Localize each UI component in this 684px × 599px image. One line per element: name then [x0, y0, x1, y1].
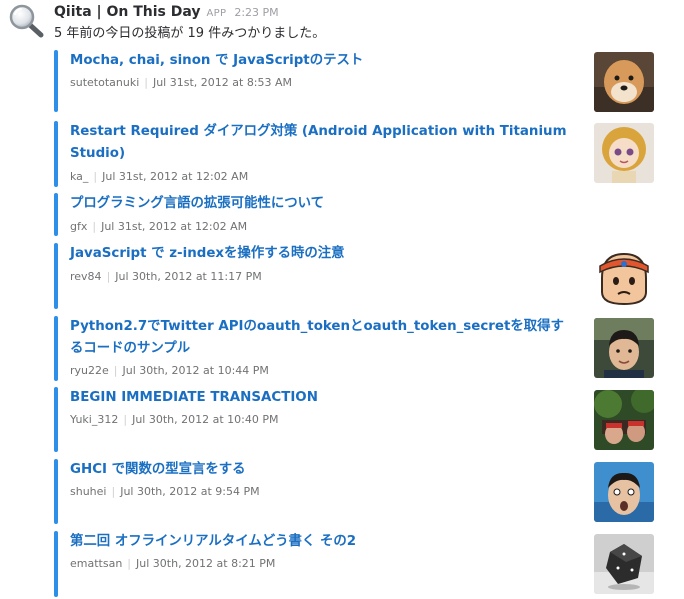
attachment-title-link[interactable]: 第二回 オフラインリアルタイムどう書く その2: [70, 531, 570, 553]
attachment-title-link[interactable]: JavaScript で z-indexを操作する時の注意: [70, 243, 570, 265]
attachment-author: Yuki_312: [70, 413, 119, 426]
message-text: 5 年前の今日の投稿が 19 件みつかりました。: [54, 26, 326, 41]
meta-separator: |: [92, 220, 97, 233]
attachment: BEGIN IMMEDIATE TRANSACTION Yuki_312 | Jul…: [54, 387, 664, 452]
meta-separator: |: [93, 170, 98, 183]
attachment-author: rev84: [70, 270, 102, 283]
attachment-bar: [54, 459, 58, 524]
attachment-date: Jul 31st, 2012 at 12:02 AM: [102, 170, 249, 183]
meta-separator: |: [106, 270, 111, 283]
attachment-meta: emattsan | Jul 30th, 2012 at 8:21 PM: [70, 557, 275, 570]
attachment-author: ka_: [70, 170, 89, 183]
attachment-author: gfx: [70, 220, 88, 233]
attachment-author: emattsan: [70, 557, 123, 570]
attachment-author: ryu22e: [70, 364, 109, 377]
attachment-bar: [54, 531, 58, 597]
attachment-bar: [54, 243, 58, 309]
meta-separator: |: [123, 413, 128, 426]
attachment-meta: gfx | Jul 31st, 2012 at 12:02 AM: [70, 220, 247, 233]
attachment-thumbnail[interactable]: [594, 123, 654, 183]
attachment-author: shuhei: [70, 485, 107, 498]
attachment-meta: shuhei | Jul 30th, 2012 at 9:54 PM: [70, 485, 260, 498]
attachment-meta: ka_ | Jul 31st, 2012 at 12:02 AM: [70, 170, 248, 183]
attachment: JavaScript で z-indexを操作する時の注意 rev84 | Jul …: [54, 243, 664, 309]
attachment-date: Jul 31st, 2012 at 8:53 AM: [152, 76, 293, 89]
attachment-meta: ryu22e | Jul 30th, 2012 at 10:44 PM: [70, 364, 269, 377]
sender-name[interactable]: Qiita | On This Day: [54, 4, 201, 20]
attachment: 第二回 オフラインリアルタイムどう書く その2 emattsan | Jul 30t…: [54, 531, 664, 597]
attachment-author: sutetotanuki: [70, 76, 140, 89]
attachment-thumbnail[interactable]: [594, 318, 654, 378]
attachment-meta: sutetotanuki | Jul 31st, 2012 at 8:53 AM: [70, 76, 292, 89]
attachment-thumbnail[interactable]: [594, 462, 654, 522]
attachment-thumbnail[interactable]: [594, 52, 654, 112]
attachment-date: Jul 30th, 2012 at 11:17 PM: [115, 270, 262, 283]
attachment-date: Jul 30th, 2012 at 8:21 PM: [136, 557, 276, 570]
attachment-title-link[interactable]: Python2.7でTwitter APIのoauth_tokenとoauth_…: [70, 316, 570, 360]
meta-separator: |: [127, 557, 132, 570]
message-time[interactable]: 2:23 PM: [234, 6, 278, 19]
attachment-title-link[interactable]: GHCI で関数の型宣言をする: [70, 459, 570, 481]
meta-separator: |: [144, 76, 148, 89]
meta-separator: |: [113, 364, 118, 377]
attachment-title-link[interactable]: Restart Required ダイアログ対策 (Android Applic…: [70, 121, 570, 165]
attachment-thumbnail[interactable]: [594, 390, 654, 450]
message-header: Qiita | On This Day APP 2:23 PM: [54, 4, 279, 22]
attachment-bar: [54, 50, 58, 112]
attachment-bar: [54, 316, 58, 381]
attachment-thumbnail[interactable]: [594, 248, 654, 308]
attachment: GHCI で関数の型宣言をする shuhei | Jul 30th, 2012 at…: [54, 459, 664, 524]
attachment: プログラミング言語の拡張可能性について gfx | Jul 31st, 2012 a…: [54, 193, 664, 236]
attachment-title-link[interactable]: プログラミング言語の拡張可能性について: [70, 193, 570, 215]
message: Qiita | On This Day APP 2:23 PM 5 年前の今日の…: [0, 0, 684, 599]
attachment-date: Jul 30th, 2012 at 10:40 PM: [132, 413, 279, 426]
meta-separator: |: [111, 485, 116, 498]
attachment-meta: Yuki_312 | Jul 30th, 2012 at 10:40 PM: [70, 413, 278, 426]
attachment-bar: [54, 193, 58, 236]
attachment-bar: [54, 387, 58, 452]
attachment-date: Jul 31st, 2012 at 12:02 AM: [101, 220, 248, 233]
attachment-date: Jul 30th, 2012 at 9:54 PM: [120, 485, 260, 498]
attachment-bar: [54, 121, 58, 187]
attachment-thumbnail[interactable]: [594, 534, 654, 594]
attachment-title-link[interactable]: Mocha, chai, sinon で JavaScriptのテスト: [70, 50, 570, 72]
attachment: Mocha, chai, sinon で JavaScriptのテスト sute…: [54, 50, 664, 112]
attachment: Restart Required ダイアログ対策 (Android Applic…: [54, 121, 664, 187]
magnifier-icon[interactable]: [8, 4, 44, 38]
app-badge: APP: [206, 8, 227, 19]
attachment-meta: rev84 | Jul 30th, 2012 at 11:17 PM: [70, 270, 262, 283]
attachment-date: Jul 30th, 2012 at 10:44 PM: [122, 364, 269, 377]
attachment-title-link[interactable]: BEGIN IMMEDIATE TRANSACTION: [70, 387, 570, 409]
attachment: Python2.7でTwitter APIのoauth_tokenとoauth_…: [54, 316, 664, 381]
